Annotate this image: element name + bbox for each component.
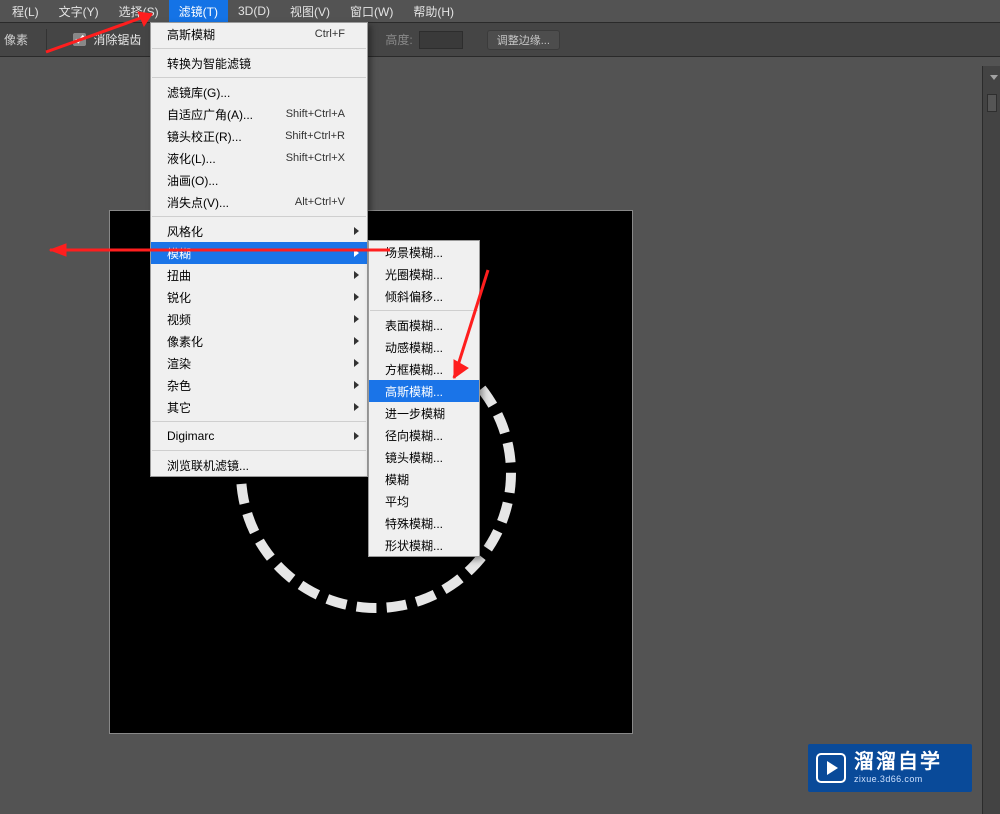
play-icon xyxy=(816,753,846,783)
submenu-lens-blur[interactable]: 镜头模糊... xyxy=(369,446,479,468)
submenu-motion-blur[interactable]: 动感模糊... xyxy=(369,336,479,358)
watermark-title: 溜溜自学 xyxy=(854,751,942,774)
menu-help[interactable]: 帮助(H) xyxy=(403,0,464,23)
submenu-arrow-icon xyxy=(354,227,359,235)
menu-item-video[interactable]: 视频 xyxy=(151,308,367,330)
submenu-arrow-icon xyxy=(354,359,359,367)
menubar: 程(L) 文字(Y) 选择(S) 滤镜(T) 3D(D) 视图(V) 窗口(W)… xyxy=(0,0,1000,22)
submenu-average[interactable]: 平均 xyxy=(369,490,479,512)
menu-3d[interactable]: 3D(D) xyxy=(228,1,280,21)
menu-item-oil-paint[interactable]: 油画(O)... xyxy=(151,169,367,191)
unit-label: 像素 xyxy=(4,31,28,48)
antialias-checkbox-wrap[interactable]: 消除锯齿 xyxy=(57,31,141,48)
menu-divider xyxy=(152,216,366,217)
menu-view[interactable]: 视图(V) xyxy=(280,0,340,23)
menu-item-stylize[interactable]: 风格化 xyxy=(151,220,367,242)
menu-item-browse-online[interactable]: 浏览联机滤镜... xyxy=(151,454,367,476)
menu-item-lens-correction[interactable]: 镜头校正(R)...Shift+Ctrl+R xyxy=(151,125,367,147)
submenu-field-blur[interactable]: 场景模糊... xyxy=(369,241,479,263)
menu-item-distort[interactable]: 扭曲 xyxy=(151,264,367,286)
refine-edge-button[interactable]: 调整边缘... xyxy=(487,30,560,50)
height-input[interactable] xyxy=(419,31,463,49)
blur-submenu: 场景模糊... 光圈模糊... 倾斜偏移... 表面模糊... 动感模糊... … xyxy=(368,240,480,557)
menu-select[interactable]: 选择(S) xyxy=(109,0,169,23)
menu-item-liquify[interactable]: 液化(L)...Shift+Ctrl+X xyxy=(151,147,367,169)
menu-divider xyxy=(152,48,366,49)
menu-divider xyxy=(152,77,366,78)
menu-type[interactable]: 文字(Y) xyxy=(49,0,109,23)
menu-item-adaptive-wide[interactable]: 自适应广角(A)...Shift+Ctrl+A xyxy=(151,103,367,125)
antialias-checkbox[interactable] xyxy=(73,33,86,46)
submenu-tilt-shift[interactable]: 倾斜偏移... xyxy=(369,285,479,307)
submenu-surface-blur[interactable]: 表面模糊... xyxy=(369,314,479,336)
submenu-smart-blur[interactable]: 特殊模糊... xyxy=(369,512,479,534)
filter-menu: 高斯模糊Ctrl+F 转换为智能滤镜 滤镜库(G)... 自适应广角(A)...… xyxy=(150,22,368,477)
submenu-arrow-icon xyxy=(354,315,359,323)
menu-item-render[interactable]: 渲染 xyxy=(151,352,367,374)
submenu-arrow-icon xyxy=(354,381,359,389)
submenu-arrow-icon xyxy=(354,271,359,279)
chevron-down-icon xyxy=(990,75,998,80)
menu-item-vanishing-point[interactable]: 消失点(V)...Alt+Ctrl+V xyxy=(151,191,367,213)
submenu-iris-blur[interactable]: 光圈模糊... xyxy=(369,263,479,285)
menu-item-last-filter[interactable]: 高斯模糊Ctrl+F xyxy=(151,23,367,45)
menu-item-blur[interactable]: 模糊 xyxy=(151,242,367,264)
height-label: 高度: xyxy=(385,31,412,48)
menu-filter[interactable]: 滤镜(T) xyxy=(169,0,228,23)
submenu-arrow-icon xyxy=(354,403,359,411)
refine-edge-label: 调整边缘... xyxy=(497,32,550,48)
submenu-arrow-icon xyxy=(354,293,359,301)
menu-item-sharpen[interactable]: 锐化 xyxy=(151,286,367,308)
submenu-arrow-icon xyxy=(354,337,359,345)
watermark-badge: 溜溜自学 zixue.3d66.com xyxy=(808,744,972,792)
menu-item-filter-gallery[interactable]: 滤镜库(G)... xyxy=(151,81,367,103)
submenu-shape-blur[interactable]: 形状模糊... xyxy=(369,534,479,556)
menu-item-convert-smart[interactable]: 转换为智能滤镜 xyxy=(151,52,367,74)
menu-item-digimarc[interactable]: Digimarc xyxy=(151,425,367,447)
menu-divider xyxy=(370,310,478,311)
antialias-label: 消除锯齿 xyxy=(93,33,141,47)
submenu-radial-blur[interactable]: 径向模糊... xyxy=(369,424,479,446)
panel-icon-stub[interactable] xyxy=(987,94,997,112)
menu-divider xyxy=(152,450,366,451)
submenu-blur-more[interactable]: 进一步模糊 xyxy=(369,402,479,424)
submenu-arrow-icon xyxy=(354,249,359,257)
menu-divider xyxy=(152,421,366,422)
menu-layer[interactable]: 程(L) xyxy=(2,0,49,23)
watermark-url: zixue.3d66.com xyxy=(854,774,942,784)
menu-window[interactable]: 窗口(W) xyxy=(340,0,403,23)
submenu-box-blur[interactable]: 方框模糊... xyxy=(369,358,479,380)
menu-item-other[interactable]: 其它 xyxy=(151,396,367,418)
submenu-gaussian-blur[interactable]: 高斯模糊... xyxy=(369,380,479,402)
toolbar-separator xyxy=(46,29,47,51)
panel-expand-button[interactable] xyxy=(985,70,999,84)
submenu-arrow-icon xyxy=(354,432,359,440)
menu-item-noise[interactable]: 杂色 xyxy=(151,374,367,396)
right-panel-collapsed xyxy=(982,66,1000,814)
submenu-blur[interactable]: 模糊 xyxy=(369,468,479,490)
menu-item-pixelate[interactable]: 像素化 xyxy=(151,330,367,352)
